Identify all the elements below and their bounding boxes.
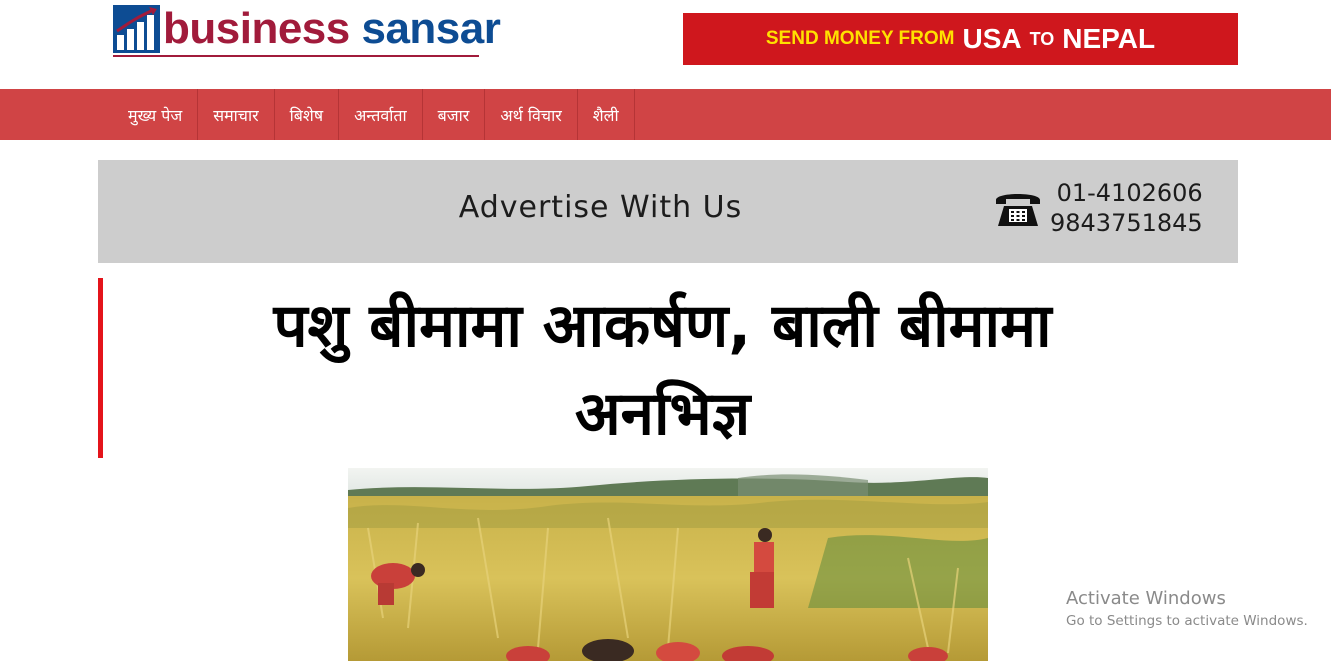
site-logo[interactable]: business sansar — [113, 3, 501, 59]
ad-text-usa: USA — [962, 23, 1022, 54]
headline-line-1: पशु बीमामा आकर्षण, बाली बीमामा — [273, 291, 1052, 361]
site-header: business sansar SEND MONEY FROM USA TO N… — [0, 0, 1331, 89]
chart-logo-icon — [113, 5, 160, 53]
article-headline: पशु बीमामा आकर्षण, बाली बीमामा अनभिज्ञ — [150, 282, 1175, 458]
nav-item-news[interactable]: समाचार — [198, 89, 275, 140]
advertise-text: Advertise With Us — [458, 190, 743, 225]
main-nav: मुख्य पेज समाचार बिशेष अन्तर्वाता बजार अ… — [0, 89, 1331, 140]
ad-text-to: TO — [1029, 28, 1055, 49]
advertise-phone-numbers: 01-4102606 9843751845 — [1050, 178, 1203, 238]
logo-underline — [113, 55, 479, 57]
remittance-ad-banner[interactable]: SEND MONEY FROM USA TO NEPAL — [683, 13, 1238, 65]
telephone-icon — [994, 188, 1042, 228]
nav-menu: मुख्य पेज समाचार बिशेष अन्तर्वाता बजार अ… — [113, 89, 635, 140]
watermark-subtitle: Go to Settings to activate Windows. — [1066, 613, 1308, 629]
nav-item-market[interactable]: बजार — [423, 89, 486, 140]
headline-accent-bar — [98, 278, 103, 458]
nav-item-special[interactable]: बिशेष — [275, 89, 340, 140]
nav-item-economic-opinion[interactable]: अर्थ विचार — [485, 89, 578, 140]
nav-item-interview[interactable]: अन्तर्वाता — [339, 89, 423, 140]
phone-number-landline[interactable]: 01-4102606 — [1050, 178, 1203, 208]
logo-text: business sansar — [163, 1, 501, 57]
article-image — [348, 468, 988, 661]
phone-number-mobile[interactable]: 9843751845 — [1050, 208, 1203, 238]
logo-word-sansar: sansar — [361, 4, 501, 53]
watermark-title: Activate Windows — [1066, 588, 1226, 609]
ad-text-send-money: SEND MONEY FROM — [765, 28, 955, 49]
logo-word-business: business — [163, 4, 350, 53]
ad-text-nepal: NEPAL — [1062, 23, 1156, 54]
advertise-banner[interactable]: Advertise With Us 01-4102606 9843751845 — [98, 160, 1238, 263]
nav-item-home[interactable]: मुख्य पेज — [113, 89, 199, 140]
nav-item-lifestyle[interactable]: शैली — [578, 89, 635, 140]
activate-windows-watermark: Activate Windows Go to Settings to activ… — [1066, 587, 1308, 631]
headline-line-2: अनभिज्ञ — [574, 379, 751, 449]
